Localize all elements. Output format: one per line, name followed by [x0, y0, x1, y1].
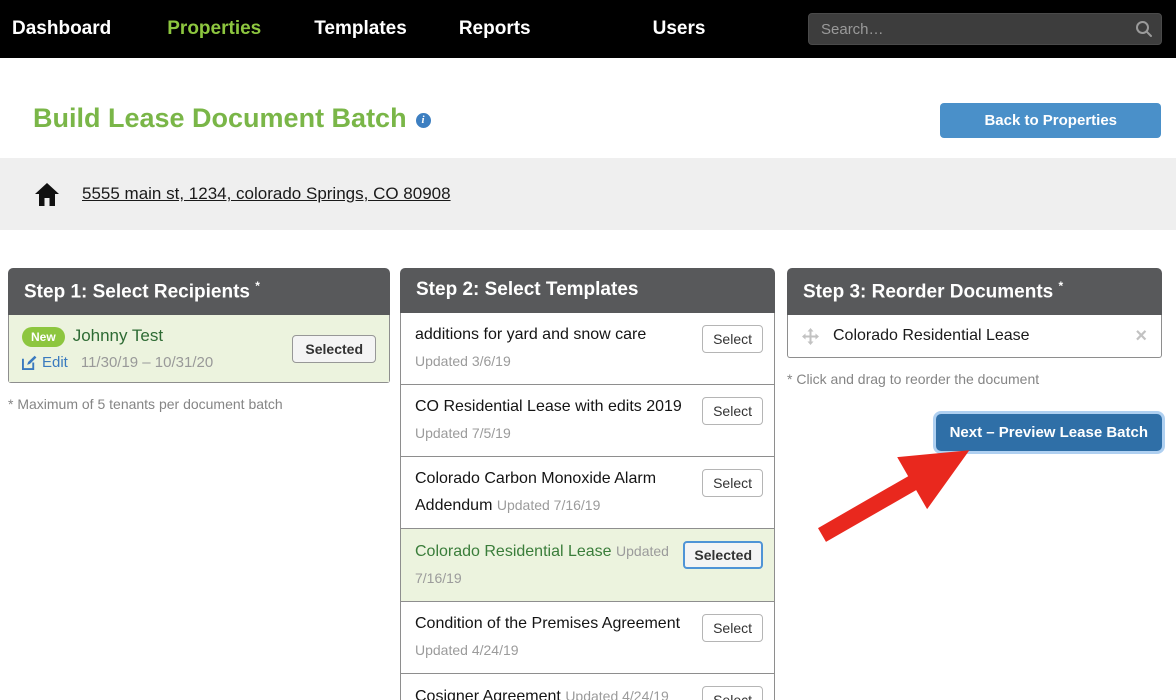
step1-title: Step 1: Select Recipients [24, 281, 250, 302]
next-preview-lease-batch-button[interactable]: Next – Preview Lease Batch [936, 414, 1162, 451]
template-select-button[interactable]: Select [702, 469, 763, 497]
search-icon[interactable] [1135, 20, 1153, 38]
steps-container: Step 1: Select Recipients * New Johnny Te… [8, 268, 1162, 700]
template-text: Cosigner Agreement Updated 4/24/19 [415, 683, 702, 700]
template-name: additions for yard and snow care [415, 326, 646, 343]
step3-column: Step 3: Reorder Documents * Colorado Res… [787, 268, 1162, 700]
step3-required-mark: * [1059, 279, 1064, 293]
template-text: Colorado Carbon Monoxide Alarm Addendum … [415, 466, 702, 519]
template-updated: Updated 4/24/19 [415, 642, 519, 658]
template-row-selected: Colorado Residential Lease Updated 7/16/… [401, 528, 774, 601]
recipient-name: Johnny Test [73, 326, 163, 345]
template-row: CO Residential Lease with edits 2019 Upd… [401, 384, 774, 456]
template-row: Condition of the Premises Agreement Upda… [401, 601, 774, 673]
template-name: CO Residential Lease with edits 2019 [415, 398, 682, 415]
edit-recipient-link[interactable]: Edit [22, 354, 68, 371]
template-name: Cosigner Agreement [415, 688, 561, 700]
move-icon[interactable] [802, 328, 819, 345]
edit-label: Edit [42, 354, 68, 371]
recipient-row: New Johnny Test Edit 11/30/19 – 10/31/20 [9, 315, 389, 382]
template-text: CO Residential Lease with edits 2019 Upd… [415, 394, 702, 447]
step3-title: Step 3: Reorder Documents [803, 281, 1053, 302]
recipient-line1: New Johnny Test [22, 326, 213, 347]
step3-header: Step 3: Reorder Documents * [787, 268, 1162, 315]
template-select-button[interactable]: Select [702, 686, 763, 700]
template-select-button[interactable]: Select [702, 397, 763, 425]
template-text: Condition of the Premises Agreement Upda… [415, 611, 702, 664]
close-icon[interactable]: × [1135, 326, 1147, 346]
page-title: Build Lease Document Batch i [33, 103, 431, 134]
step1-required-mark: * [255, 279, 260, 293]
step1-column: Step 1: Select Recipients * New Johnny Te… [8, 268, 390, 700]
page-header: Build Lease Document Batch i Back to Prop… [0, 58, 1176, 158]
nav-item-dashboard[interactable]: Dashboard [12, 18, 111, 40]
search-box [808, 13, 1162, 45]
step1-panel: New Johnny Test Edit 11/30/19 – 10/31/20 [8, 315, 390, 383]
step1-header: Step 1: Select Recipients * [8, 268, 390, 315]
step2-header: Step 2: Select Templates [400, 268, 775, 313]
nav-item-templates[interactable]: Templates [314, 18, 407, 40]
recipient-line2: Edit 11/30/19 – 10/31/20 [22, 354, 213, 371]
template-updated: Updated 4/24/19 [565, 688, 669, 700]
template-row: Colorado Carbon Monoxide Alarm Addendum … [401, 456, 774, 528]
step3-footnote: * Click and drag to reorder the document [787, 371, 1162, 387]
property-address-link[interactable]: 5555 main st, 1234, colorado Springs, CO… [82, 184, 451, 204]
reorder-document-row[interactable]: Colorado Residential Lease × [788, 315, 1161, 357]
new-badge: New [22, 327, 65, 347]
step2-panel: additions for yard and snow care Updated… [400, 313, 775, 700]
home-icon [35, 183, 59, 206]
template-text: Colorado Residential Lease Updated 7/16/… [415, 538, 683, 592]
search-input[interactable] [808, 13, 1162, 45]
template-row: additions for yard and snow care Updated… [401, 313, 774, 384]
nav-item-reports[interactable]: Reports [459, 18, 531, 40]
recipient-selected-button[interactable]: Selected [292, 335, 376, 363]
template-text: additions for yard and snow care Updated… [415, 322, 702, 375]
edit-icon [22, 355, 37, 370]
reorder-document-name: Colorado Residential Lease [833, 327, 1030, 345]
template-selected-button[interactable]: Selected [683, 541, 763, 569]
recipient-lease-dates: 11/30/19 – 10/31/20 [81, 354, 213, 371]
step1-footnote: * Maximum of 5 tenants per document batc… [8, 396, 390, 412]
template-select-button[interactable]: Select [702, 325, 763, 353]
template-name: Colorado Residential Lease [415, 543, 612, 560]
template-name: Condition of the Premises Agreement [415, 615, 680, 632]
nav-item-properties[interactable]: Properties [167, 18, 261, 40]
template-updated: Updated 7/16/19 [497, 497, 601, 513]
top-nav-bar: Dashboard Properties Templates Reports U… [0, 0, 1176, 58]
step2-title: Step 2: Select Templates [416, 279, 638, 300]
step3-panel: Colorado Residential Lease × [787, 315, 1162, 358]
template-select-button[interactable]: Select [702, 614, 763, 642]
page-title-text: Build Lease Document Batch [33, 103, 407, 133]
nav-item-users[interactable]: Users [653, 18, 706, 40]
step2-column: Step 2: Select Templates additions for y… [400, 268, 775, 700]
template-updated: Updated 3/6/19 [415, 353, 511, 369]
info-icon[interactable]: i [416, 113, 431, 128]
template-updated: Updated 7/5/19 [415, 425, 511, 441]
back-to-properties-button[interactable]: Back to Properties [940, 103, 1161, 138]
property-address-bar: 5555 main st, 1234, colorado Springs, CO… [0, 158, 1176, 230]
template-row: Cosigner Agreement Updated 4/24/19 Selec… [401, 673, 774, 700]
recipient-info: New Johnny Test Edit 11/30/19 – 10/31/20 [22, 326, 213, 371]
